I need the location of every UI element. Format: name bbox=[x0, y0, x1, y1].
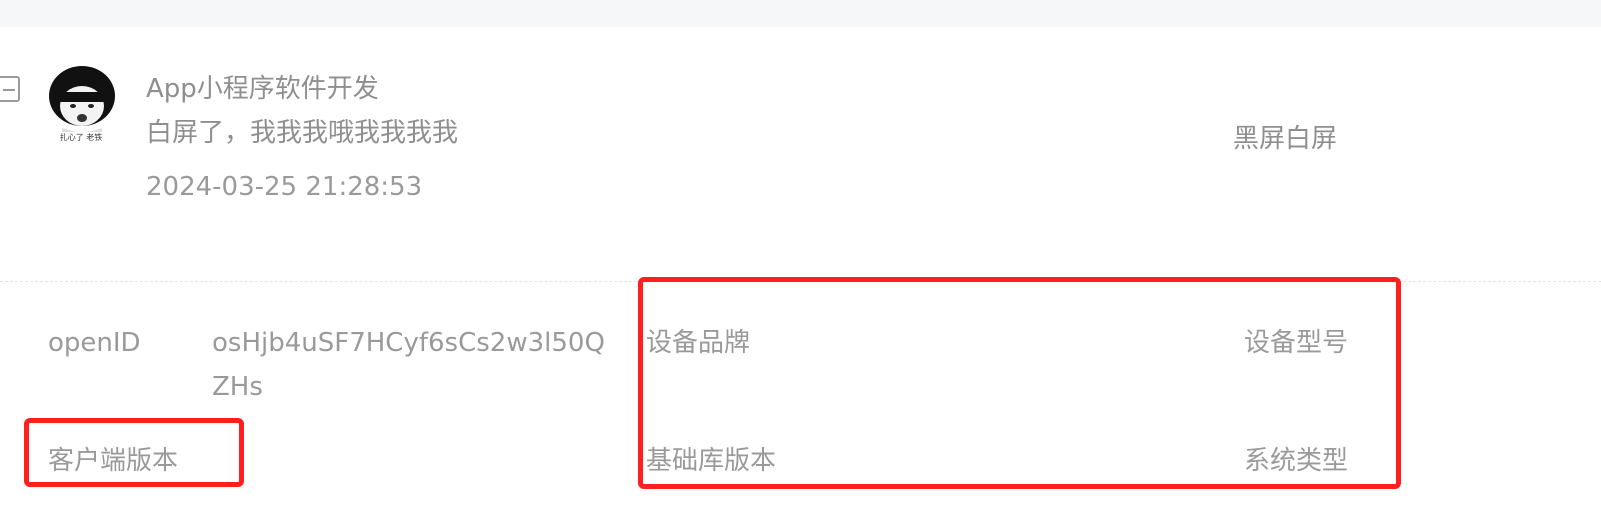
avatar-face-icon bbox=[49, 66, 115, 132]
openid-value-line1: osHjb4uSF7HCyf6sCs2w3l50Q bbox=[212, 328, 605, 358]
highlight-box-device-info bbox=[638, 277, 1401, 489]
avatar: 扎心了 老铁 bbox=[42, 66, 120, 146]
avatar-caption: 扎心了 老铁 bbox=[59, 133, 103, 142]
message-timestamp: 2024-03-25 21:28:53 bbox=[146, 172, 423, 202]
highlight-box-client-version bbox=[24, 418, 244, 487]
message-title: App小程序软件开发 bbox=[146, 74, 379, 104]
message-content: 白屏了，我我我哦我我我我 bbox=[146, 118, 459, 148]
message-category: 黑屏白屏 bbox=[1233, 124, 1338, 154]
openid-value-line2: ZHs bbox=[212, 372, 263, 402]
collapse-toggle-button[interactable] bbox=[0, 76, 20, 102]
top-bar bbox=[0, 0, 1601, 27]
openid-label: openID bbox=[48, 328, 141, 358]
